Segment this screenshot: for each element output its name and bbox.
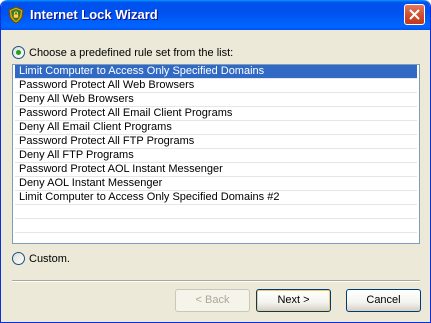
cancel-button[interactable]: Cancel	[346, 289, 421, 312]
rule-list-item[interactable]: Password Protect All Web Browsers	[15, 79, 417, 93]
empty-list-row	[15, 205, 417, 219]
rule-list-item[interactable]: Deny All Web Browsers	[15, 93, 417, 107]
wizard-window: Internet Lock Wizard Choose a predefined…	[0, 0, 431, 323]
rule-set-list[interactable]: Limit Computer to Access Only Specified …	[12, 64, 420, 244]
rule-list-item[interactable]: Deny AOL Instant Messenger	[15, 177, 417, 191]
custom-radio-option[interactable]: Custom.	[12, 252, 70, 265]
next-button[interactable]: Next >	[256, 289, 331, 312]
shield-lock-icon	[8, 6, 24, 24]
button-separator	[12, 280, 420, 282]
rule-list-item[interactable]: Limit Computer to Access Only Specified …	[15, 191, 417, 205]
rule-list-item[interactable]: Password Protect All Email Client Progra…	[15, 107, 417, 121]
rule-list-item[interactable]: Limit Computer to Access Only Specified …	[15, 65, 417, 79]
title-bar[interactable]: Internet Lock Wizard	[1, 0, 430, 30]
rule-list-item[interactable]: Deny All FTP Programs	[15, 149, 417, 163]
back-button[interactable]: < Back	[175, 289, 250, 312]
predefined-radio[interactable]	[12, 46, 25, 59]
rule-list-item[interactable]: Password Protect All FTP Programs	[15, 135, 417, 149]
empty-list-row	[15, 219, 417, 233]
predefined-radio-label: Choose a predefined rule set from the li…	[29, 46, 234, 59]
rule-list-item[interactable]: Deny All Email Client Programs	[15, 121, 417, 135]
close-button[interactable]	[404, 4, 425, 25]
rule-list-item[interactable]: Password Protect AOL Instant Messenger	[15, 163, 417, 177]
close-icon	[409, 9, 420, 20]
custom-radio[interactable]	[12, 252, 25, 265]
window-title: Internet Lock Wizard	[30, 7, 158, 22]
predefined-radio-option[interactable]: Choose a predefined rule set from the li…	[12, 46, 233, 59]
empty-list-row	[15, 233, 417, 243]
custom-radio-label: Custom.	[29, 252, 70, 265]
